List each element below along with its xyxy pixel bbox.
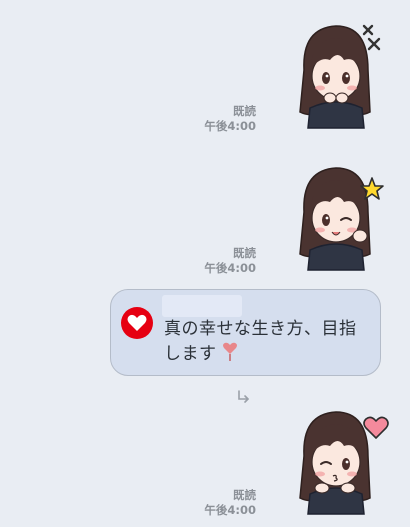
reply-message-bubble[interactable]: 真の幸せな生き方、目指 します: [110, 289, 381, 376]
timestamp: 午後4:00: [204, 119, 256, 133]
timestamp: 午後4:00: [204, 261, 256, 275]
share-arrow-icon[interactable]: [236, 389, 252, 409]
sparkle-icon: [362, 24, 381, 51]
girl-sticker-image: [299, 411, 389, 515]
sender-avatar: [121, 307, 153, 339]
pink-heart-icon: [363, 416, 389, 439]
message-meta-3: 既読 午後4:00: [176, 488, 256, 518]
sticker-1[interactable]: [284, 12, 402, 130]
heart-emoji-icon: [222, 342, 238, 370]
message-line-2: します: [164, 344, 217, 364]
message-meta-2: 既読 午後4:00: [176, 246, 256, 276]
sender-name-redacted: [162, 295, 242, 317]
sticker-3[interactable]: [284, 398, 402, 516]
sticker-2[interactable]: [284, 154, 402, 272]
heart-icon: [127, 314, 147, 331]
chat-view: 既読 午後4:00 既読 午後4:00 真の幸せな生き方、目指 します 既読 午…: [0, 0, 410, 527]
message-meta-1: 既読 午後4:00: [176, 104, 256, 134]
message-text: 真の幸せな生き方、目指 します: [164, 317, 364, 370]
timestamp: 午後4:00: [204, 503, 256, 517]
message-line-1: 真の幸せな生き方、目指: [164, 319, 357, 339]
read-label: 既読: [233, 488, 256, 502]
read-label: 既読: [233, 246, 256, 260]
girl-sticker-image: [299, 24, 381, 129]
girl-sticker-image: [299, 167, 384, 271]
read-label: 既読: [233, 104, 256, 118]
